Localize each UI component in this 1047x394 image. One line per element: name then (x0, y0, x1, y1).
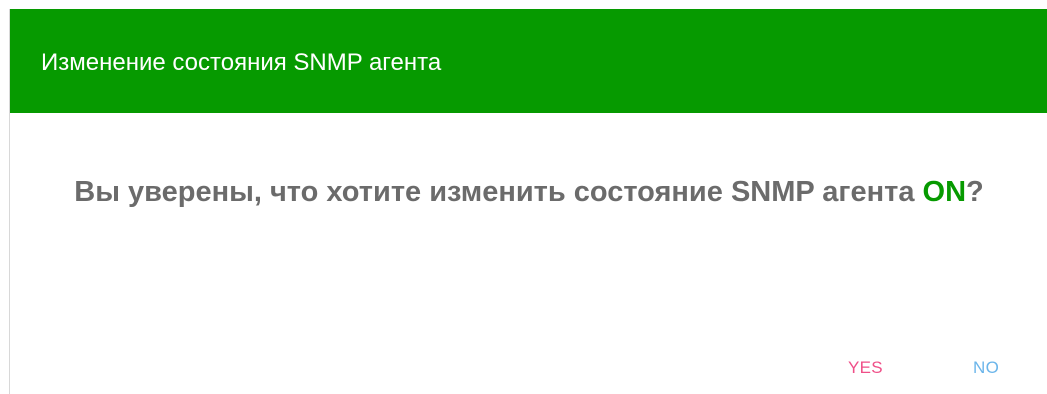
dialog-title: Изменение состояния SNMP агента (41, 49, 442, 76)
message-question-mark: ? (966, 176, 984, 208)
no-button[interactable]: NO (973, 357, 999, 379)
dialog-actions: YES NO (10, 357, 1047, 381)
yes-button[interactable]: YES (848, 357, 883, 379)
dialog-body: Вы уверены, что хотите изменить состояни… (10, 113, 1047, 283)
dialog-header: Изменение состояния SNMP агента (10, 9, 1047, 113)
snmp-state-dialog: Изменение состояния SNMP агента Вы увере… (9, 9, 1047, 394)
state-value: ON (922, 176, 967, 208)
confirmation-message: Вы уверены, что хотите изменить состояни… (70, 174, 988, 210)
message-text: Вы уверены, что хотите изменить состояни… (74, 176, 923, 208)
